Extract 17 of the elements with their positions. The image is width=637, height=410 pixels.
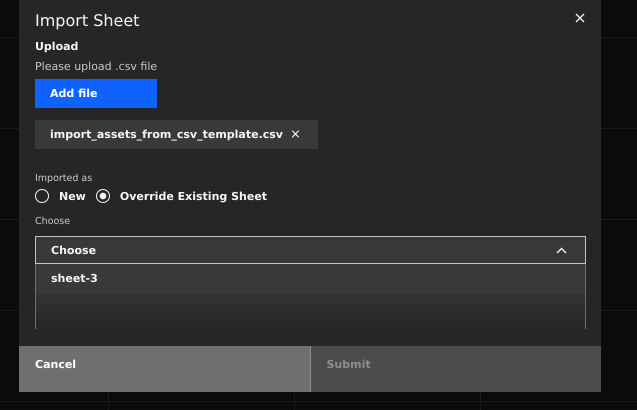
- dropdown-option[interactable]: sheet-3: [36, 264, 585, 294]
- dropdown-field[interactable]: Choose: [35, 236, 586, 264]
- close-icon[interactable]: [575, 13, 585, 23]
- field-label: Imported as: [35, 173, 92, 185]
- cancel-button[interactable]: Cancel: [19, 346, 310, 392]
- radio-button[interactable]: [96, 189, 110, 203]
- helper-text: Please upload .csv file: [35, 60, 158, 74]
- radio-label[interactable]: New: [59, 190, 86, 202]
- radio-button[interactable]: [35, 189, 49, 203]
- file-name: import_assets_from_csv_template.csv: [50, 128, 283, 141]
- chevron-icon: [556, 246, 567, 254]
- field-label: Choose: [35, 216, 70, 228]
- section-heading: Upload: [35, 40, 78, 54]
- dialog-title: Import Sheet: [35, 11, 140, 31]
- remove-file-button[interactable]: ×: [290, 127, 301, 142]
- add-file-button[interactable]: Add file: [35, 79, 157, 108]
- radio-label[interactable]: Override Existing Sheet: [120, 190, 268, 202]
